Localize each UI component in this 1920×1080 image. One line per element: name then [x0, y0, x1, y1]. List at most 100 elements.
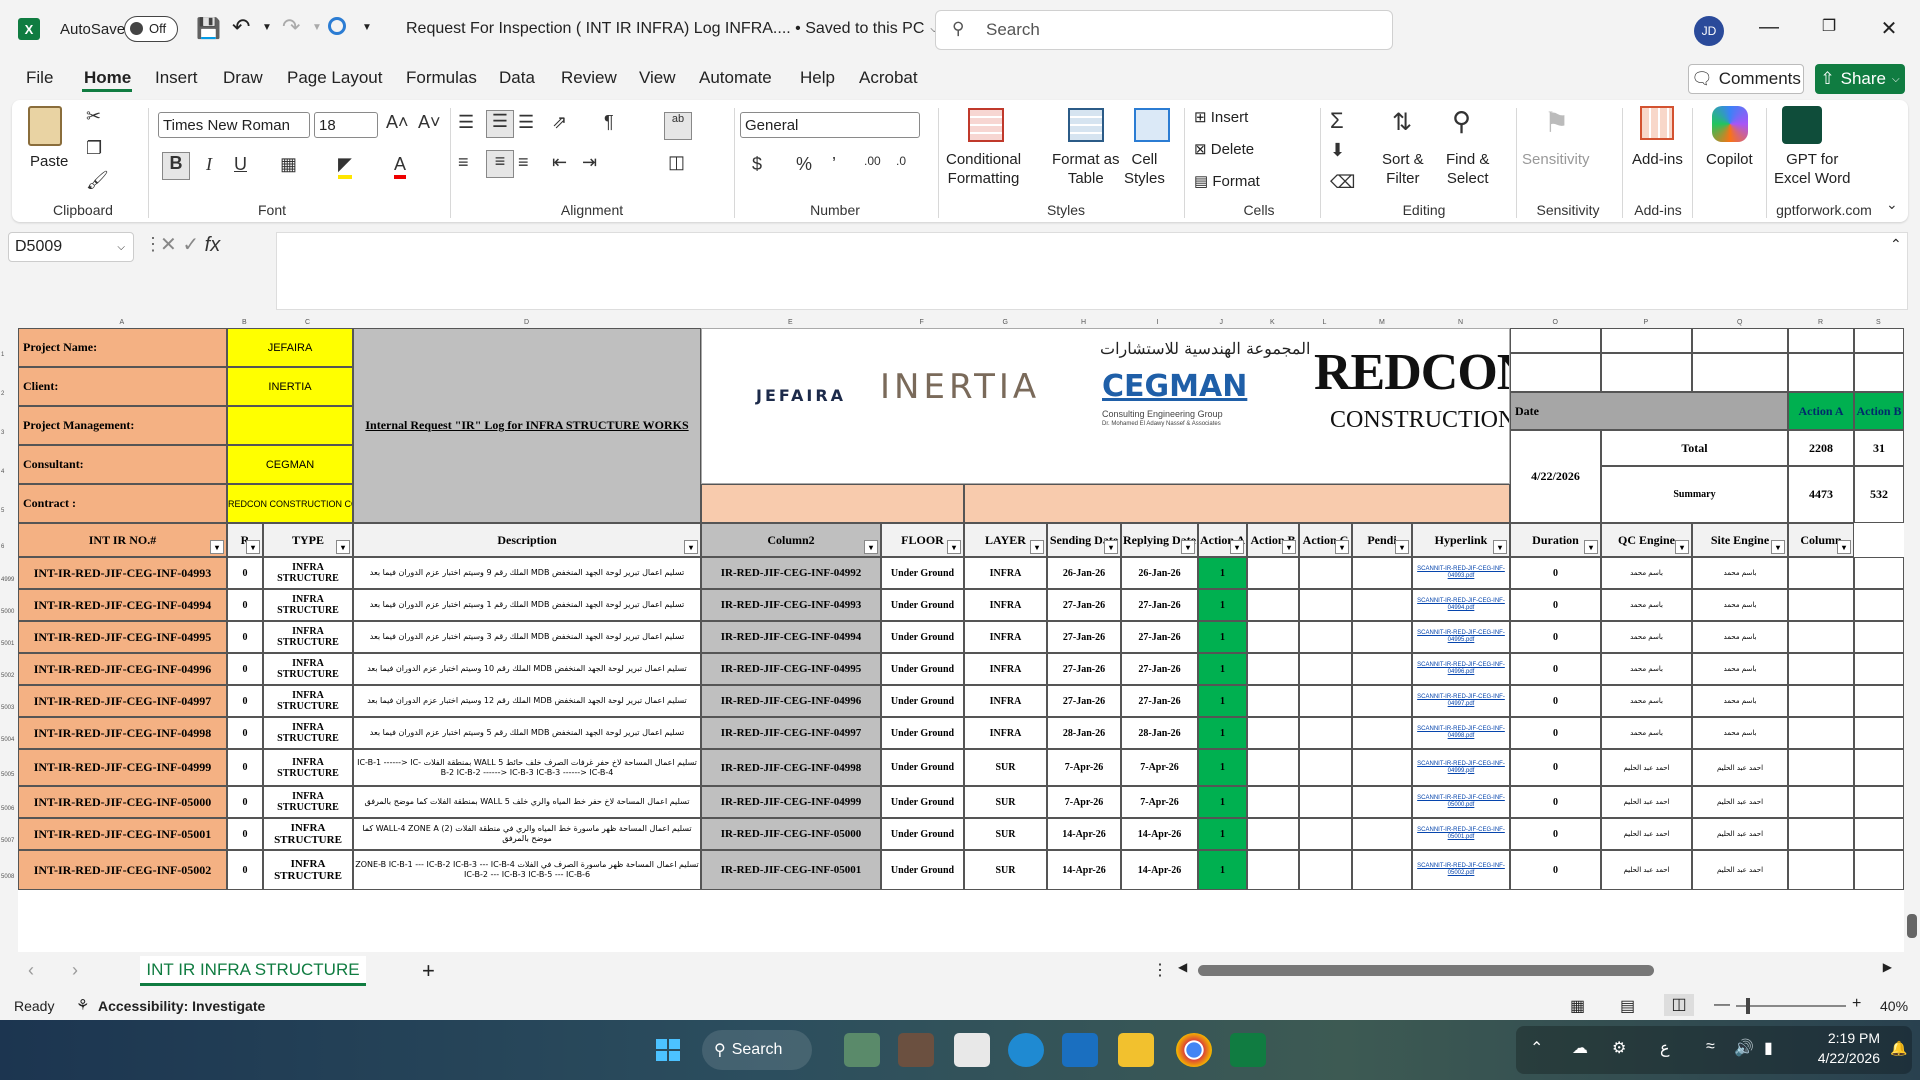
- conditional-formatting-icon[interactable]: [968, 108, 1004, 142]
- empty-cell[interactable]: [1299, 786, 1352, 818]
- table-header-cell[interactable]: Description ▾: [353, 523, 701, 557]
- cell-reply[interactable]: 27-Jan-26: [1121, 685, 1198, 717]
- empty-cell[interactable]: [1352, 850, 1412, 890]
- tab-insert[interactable]: Insert: [155, 68, 198, 88]
- table-header-cell[interactable]: FLOOR ▾: [881, 523, 964, 557]
- sync-icon[interactable]: [328, 17, 346, 35]
- cell-floor[interactable]: Under Ground: [881, 653, 964, 685]
- gpt-for-excel-icon[interactable]: [1782, 106, 1822, 144]
- empty-cell[interactable]: [1299, 653, 1352, 685]
- empty-cell[interactable]: [1352, 786, 1412, 818]
- copilot-button[interactable]: Copilot: [1706, 150, 1753, 169]
- accessibility-icon[interactable]: ⚘: [76, 996, 89, 1014]
- table-header-cell[interactable]: Sending Date ▾: [1047, 523, 1121, 557]
- cell-a[interactable]: 1: [1198, 685, 1247, 717]
- cell-a[interactable]: 1: [1198, 717, 1247, 749]
- align-middle-icon[interactable]: ☰: [486, 110, 514, 138]
- zoom-slider[interactable]: [1736, 998, 1846, 1014]
- taskbar-store-icon[interactable]: [954, 1033, 990, 1067]
- find-select-button[interactable]: Find & Select: [1446, 150, 1489, 188]
- cell-reply[interactable]: 26-Jan-26: [1121, 557, 1198, 589]
- cell-type[interactable]: INFRA STRUCTURE: [263, 749, 353, 786]
- cell-col2[interactable]: IR-RED-JIF-CEG-INF-05000: [701, 818, 881, 850]
- notifications-icon[interactable]: 🔔: [1890, 1040, 1907, 1057]
- cell-layer[interactable]: INFRA: [964, 621, 1047, 653]
- cell-type[interactable]: INFRA STRUCTURE: [263, 717, 353, 749]
- percent-icon[interactable]: %: [796, 154, 812, 175]
- empty-cell[interactable]: [1352, 621, 1412, 653]
- row-number[interactable]: 3: [1, 430, 4, 436]
- horizontal-scrollbar[interactable]: ◀ ▶: [1178, 960, 1892, 980]
- page-layout-view-icon[interactable]: ▤: [1620, 996, 1635, 1016]
- empty-cell[interactable]: [1788, 589, 1854, 621]
- horizontal-scroll-thumb[interactable]: [1198, 965, 1654, 976]
- cell-type[interactable]: INFRA STRUCTURE: [263, 685, 353, 717]
- row-number[interactable]: 5004: [1, 737, 14, 743]
- cell-site[interactable]: باسم محمد: [1692, 589, 1788, 621]
- row-number[interactable]: 5006: [1, 806, 14, 812]
- wifi-icon[interactable]: ≈: [1706, 1038, 1715, 1056]
- cell-reply[interactable]: 14-Apr-26: [1121, 818, 1198, 850]
- cell-floor[interactable]: Under Ground: [881, 621, 964, 653]
- cell-site[interactable]: باسم محمد: [1692, 717, 1788, 749]
- tab-file[interactable]: File: [26, 68, 53, 88]
- cell-no[interactable]: INT-IR-RED-JIF-CEG-INF-04998: [18, 717, 227, 749]
- addins-icon[interactable]: [1640, 106, 1674, 140]
- cell-desc[interactable]: تسليم اعمال المساحة ظهر ماسورة خط المياه…: [353, 818, 701, 850]
- cell-type[interactable]: INFRA STRUCTURE: [263, 589, 353, 621]
- accessibility-status[interactable]: Accessibility: Investigate: [98, 998, 265, 1014]
- column-letter[interactable]: C: [305, 319, 310, 326]
- cell-col2[interactable]: IR-RED-JIF-CEG-INF-04996: [701, 685, 881, 717]
- clear-icon[interactable]: ⌫: [1330, 172, 1355, 193]
- table-header-cell[interactable]: Action C ▾: [1299, 523, 1352, 557]
- font-name-select[interactable]: Times New Roman: [158, 112, 310, 138]
- empty-cell[interactable]: [1788, 749, 1854, 786]
- tab-formulas[interactable]: Formulas: [406, 68, 477, 88]
- cell-styles-icon[interactable]: [1134, 108, 1170, 142]
- fill-color-icon[interactable]: ◤: [338, 154, 352, 179]
- cell-site[interactable]: باسم محمد: [1692, 557, 1788, 589]
- filter-dropdown-icon[interactable]: ▾: [864, 540, 878, 554]
- total-action-a[interactable]: 2208: [1788, 430, 1854, 466]
- customize-toolbar-icon[interactable]: ▼: [362, 22, 372, 33]
- more-options-icon[interactable]: ⋮: [1152, 960, 1168, 980]
- empty-cell[interactable]: [1854, 621, 1904, 653]
- cell-site[interactable]: باسم محمد: [1692, 621, 1788, 653]
- summary-action-a[interactable]: 4473: [1788, 466, 1854, 523]
- cell-col2[interactable]: IR-RED-JIF-CEG-INF-04999: [701, 786, 881, 818]
- align-right-icon[interactable]: ≡: [518, 152, 529, 173]
- row-number[interactable]: 5000: [1, 609, 14, 615]
- column-letter[interactable]: Q: [1737, 319, 1742, 326]
- cancel-icon[interactable]: ✕: [160, 234, 177, 256]
- cell-a[interactable]: 1: [1198, 589, 1247, 621]
- user-avatar[interactable]: JD: [1694, 16, 1724, 46]
- cell-col2[interactable]: IR-RED-JIF-CEG-INF-04998: [701, 749, 881, 786]
- onedrive-icon[interactable]: ☁: [1572, 1038, 1588, 1058]
- cell-a[interactable]: 1: [1198, 621, 1247, 653]
- table-header-cell[interactable]: Replying Date ▾: [1121, 523, 1198, 557]
- empty-cell[interactable]: [1788, 717, 1854, 749]
- taskbar-app-icon[interactable]: [898, 1033, 934, 1067]
- format-as-table-icon[interactable]: [1068, 108, 1104, 142]
- cell-r[interactable]: 0: [227, 589, 263, 621]
- empty-cell[interactable]: [1788, 621, 1854, 653]
- column-letter[interactable]: K: [1270, 319, 1275, 326]
- sheet-tab-active[interactable]: INT IR INFRA STRUCTURE: [140, 956, 366, 986]
- empty-cell[interactable]: [1299, 818, 1352, 850]
- cell-link[interactable]: SCANNIT-IR-RED-JIF-CEG-INF-05000.pdf: [1412, 786, 1510, 818]
- row-number[interactable]: 1: [1, 352, 4, 358]
- cell-qc[interactable]: باسم محمد: [1601, 589, 1692, 621]
- cell-qc[interactable]: باسم محمد: [1601, 653, 1692, 685]
- row-number[interactable]: 5007: [1, 838, 14, 844]
- empty-cell[interactable]: [1788, 685, 1854, 717]
- increase-decimal-icon[interactable]: .00: [864, 154, 881, 168]
- paste-icon[interactable]: [28, 106, 62, 146]
- vertical-scrollbar[interactable]: [1904, 318, 1920, 952]
- copy-icon[interactable]: ❐: [86, 138, 102, 159]
- chevron-up-icon[interactable]: ⌃: [1530, 1038, 1543, 1058]
- cell-desc[interactable]: تسليم اعمال تبرير لوحة الجهد المنخفض MDB…: [353, 653, 701, 685]
- delete-cells-button[interactable]: ⊠ Delete: [1194, 140, 1254, 159]
- cell-desc[interactable]: تسليم اعمال تبرير لوحة الجهد المنخفض MDB…: [353, 685, 701, 717]
- row-number[interactable]: 4999: [1, 577, 14, 583]
- date-value[interactable]: 4/22/2026: [1510, 430, 1601, 523]
